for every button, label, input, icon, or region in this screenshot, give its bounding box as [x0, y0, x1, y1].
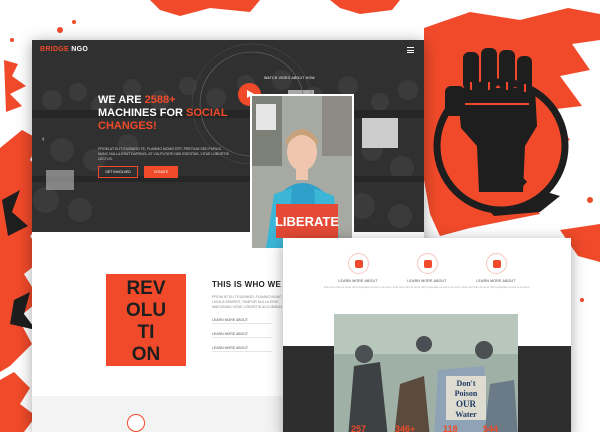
protester-photo: LIBERATE [250, 94, 354, 250]
heart-hand-icon [347, 253, 369, 274]
revolution-logo: REV OLU TI ON [106, 274, 186, 366]
feature-item-2: LEARN MORE ABOUT Duis sed odio sit amet … [392, 253, 462, 289]
about-link-3[interactable]: LEARN MORE ABOUT [212, 346, 272, 352]
video-label: WATCH VIDEO ABOUT HOW [264, 76, 315, 80]
stat-value: 257 [351, 424, 367, 432]
march-photo: Don't Poison OUR Water [334, 314, 518, 432]
site-logo[interactable]: BRIDGE NGO [40, 46, 88, 53]
stat-value: 544 [483, 424, 499, 432]
about-link-1[interactable]: LEARN MORE ABOUT [212, 318, 272, 324]
stat-value: 346+ [395, 424, 416, 432]
stat-value: 118 [443, 424, 458, 432]
svg-text:Don't: Don't [456, 379, 475, 388]
donate-button[interactable]: DONATE [144, 166, 178, 178]
feature-circle-icon [127, 414, 145, 432]
secondary-page-mockup: LEARN MORE ABOUT Duis sed odio sit amet … [283, 238, 571, 432]
hero-headline: WE ARE 2588+ MACHINES FOR SOCIAL CHANGES… [98, 94, 228, 132]
crowd-photo [32, 40, 424, 232]
get-involved-button[interactable]: GET INVOLVED [98, 166, 138, 178]
feature-item-3: LEARN MORE ABOUT Duis sed odio sit amet … [461, 253, 531, 289]
svg-text:Water: Water [455, 410, 477, 419]
raised-fist-badge [433, 48, 569, 214]
globe-icon [485, 253, 507, 274]
liberate-sign-text: LIBERATE [275, 214, 339, 229]
svg-text:Poison: Poison [455, 389, 478, 398]
svg-text:REV: REV [126, 278, 165, 299]
hero-section: BRIDGE NGO WATCH VIDEO ABOUT HOW ‹ WE AR… [32, 40, 424, 232]
hamburger-menu-icon[interactable] [407, 47, 414, 53]
about-description: PROIN AT ELIT EUISMOD, FLAMMO NUNC LIGUL… [212, 295, 291, 309]
hero-description: PROIN AT ELIT EUISMOD TE, FLAMMO MOMO ER… [98, 147, 229, 161]
megaphone-icon [416, 253, 438, 274]
about-link-2[interactable]: LEARN MORE ABOUT [212, 332, 272, 338]
svg-text:OLU: OLU [126, 300, 166, 321]
feature-item-1: LEARN MORE ABOUT Duis sed odio sit amet … [323, 253, 393, 289]
svg-text:TI: TI [138, 322, 155, 343]
slider-prev-arrow-icon[interactable]: ‹ [42, 136, 44, 143]
svg-text:OUR: OUR [456, 399, 477, 409]
svg-text:ON: ON [132, 344, 161, 365]
